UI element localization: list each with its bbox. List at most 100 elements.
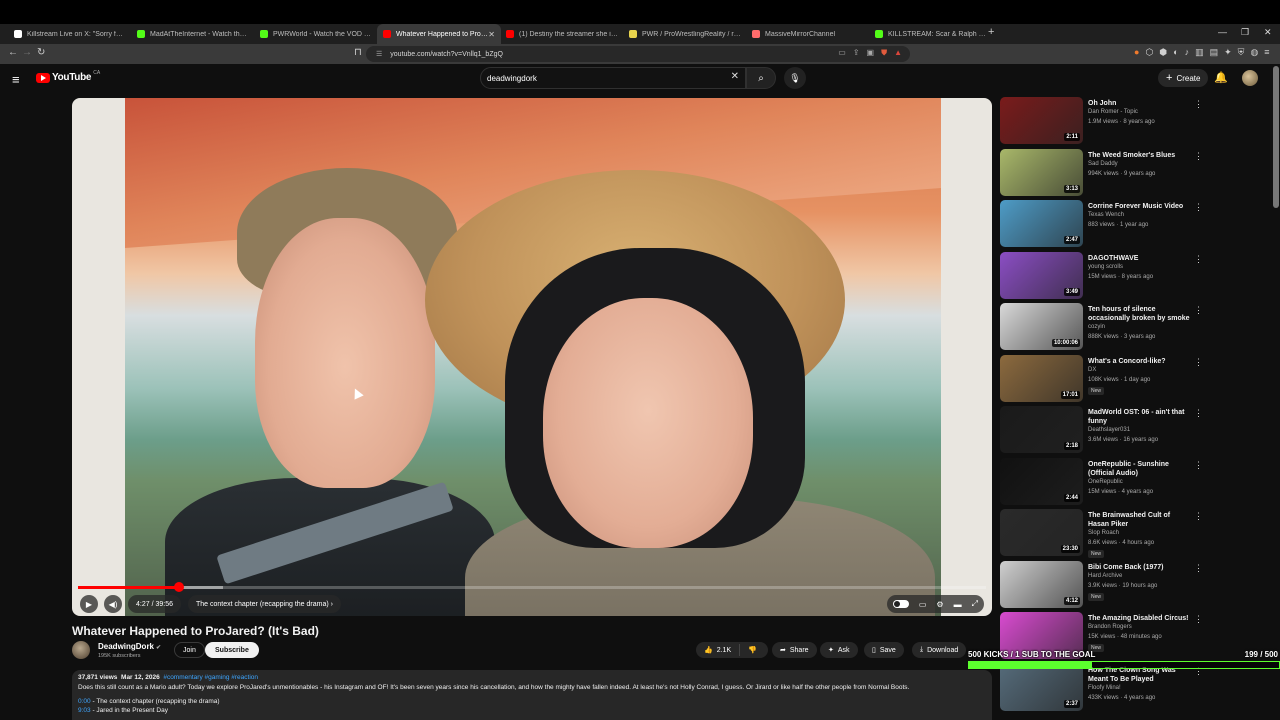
browser-tab[interactable]: Killstream Live on X: "Sorry for what I (8, 24, 132, 44)
channel-name[interactable]: DeadwingDork ✔ (98, 642, 161, 651)
video-thumbnail[interactable]: 23:30 (1000, 509, 1083, 556)
autoplay-toggle[interactable] (892, 600, 909, 608)
recommended-channel[interactable]: Dan Romer - Topic (1088, 109, 1138, 115)
settings-gear-icon[interactable]: ⚙ (936, 600, 943, 609)
scrubber-handle[interactable] (173, 582, 184, 592)
ask-button[interactable]: ✦ Ask (820, 642, 858, 658)
profile-icon[interactable]: ◍ (1250, 47, 1258, 58)
recommended-video[interactable]: 3:49 DAGOTHWAVE young scrolls 15M views · 8… (1000, 251, 1270, 300)
browser-tab[interactable]: MassiveMirrorChannel (746, 24, 870, 44)
recommended-channel[interactable]: OneRepublic (1088, 479, 1123, 485)
dislike-button[interactable]: 👎 (740, 646, 765, 654)
extension-icon[interactable]: ⬡ (1145, 47, 1153, 58)
description-box[interactable]: 37,871 views Mar 12, 2026 #commentary #g… (72, 670, 992, 720)
recommended-title[interactable]: Corrine Forever Music Video (1088, 202, 1192, 211)
recommended-title[interactable]: The Weed Smoker's Blues (1088, 151, 1192, 160)
recommended-video[interactable]: 2:18 MadWorld OST: 06 - ain't that funny D… (1000, 406, 1270, 454)
recommended-video[interactable]: 23:30 The Brainwashed Cult of Hasan Piker… (1000, 509, 1270, 558)
join-button[interactable]: Join (174, 642, 205, 658)
sidebar-icon[interactable]: ▥ (1195, 47, 1204, 58)
search-button[interactable]: ⌕ (746, 67, 776, 89)
more-actions-icon[interactable]: ⋮ (1194, 151, 1203, 162)
brave-shield-icon[interactable]: ⛊ (881, 48, 887, 58)
video-player[interactable]: ▶ ◀) 4:27 / 39:56 The context chapter (r… (72, 98, 992, 616)
theater-mode-icon[interactable]: ▬ (954, 600, 962, 609)
recommended-title[interactable]: Ten hours of silence occasionally broken… (1088, 305, 1192, 323)
more-actions-icon[interactable]: ⋮ (1194, 563, 1203, 574)
recommended-video[interactable]: 17:01 What's a Concord-like? DX 108K views … (1000, 354, 1270, 403)
reload-icon[interactable]: ↻ (37, 47, 45, 58)
captions-icon[interactable]: ▭ (919, 600, 927, 609)
tracker-icon[interactable]: ▣ (867, 48, 875, 58)
recommended-channel[interactable]: Brandon Rogers (1088, 624, 1132, 630)
extension-icon[interactable]: ● (1134, 47, 1139, 58)
guide-menu-icon[interactable]: ≡ (12, 72, 20, 87)
browser-tab[interactable]: KILLSTREAM: Scar & Ralph Friday Fire (869, 24, 993, 44)
back-icon[interactable]: ← (8, 47, 18, 58)
more-actions-icon[interactable]: ⋮ (1194, 99, 1203, 110)
video-thumbnail[interactable]: 17:01 (1000, 354, 1083, 402)
more-actions-icon[interactable]: ⋮ (1194, 614, 1203, 625)
fullscreen-icon[interactable]: ⤢ (972, 599, 978, 609)
extensions-icon[interactable]: ✦ (1224, 47, 1232, 58)
more-actions-icon[interactable]: ⋮ (1194, 305, 1203, 316)
recommended-title[interactable]: DAGOTHWAVE (1088, 254, 1192, 263)
wallet-icon[interactable]: ▤ (1210, 47, 1219, 58)
recommended-title[interactable]: Bibi Come Back (1977) (1088, 563, 1192, 572)
vpn-icon[interactable]: ⛨ (1238, 47, 1245, 58)
recommended-title[interactable]: MadWorld OST: 06 - ain't that funny (1088, 408, 1192, 426)
more-actions-icon[interactable]: ⋮ (1194, 408, 1203, 419)
create-button[interactable]: + Create (1158, 69, 1209, 87)
youtube-logo[interactable]: YouTube CA (36, 70, 100, 83)
recommended-title[interactable]: OneRepublic - Sunshine (Official Audio) (1088, 460, 1192, 478)
extension-icon[interactable]: ◐ (1173, 47, 1178, 58)
video-thumbnail[interactable]: 3:13 (1000, 148, 1083, 196)
video-thumbnail[interactable]: 10:00:06 (1000, 303, 1083, 350)
chapter-button[interactable]: The context chapter (recapping the drama… (188, 595, 341, 613)
maximize-icon[interactable]: ❐ (1241, 27, 1249, 38)
address-bar[interactable]: ☰ youtube.com/watch?v=Vnllq1_bZgQ ▭ ⇪ ▣ … (366, 46, 910, 62)
recommended-channel[interactable]: Hard Archive (1088, 573, 1122, 579)
forward-icon[interactable]: → (22, 47, 32, 58)
recommended-channel[interactable]: Texas Wench (1088, 212, 1124, 218)
clear-search-icon[interactable]: ✕ (731, 71, 739, 82)
chapter-timestamp[interactable]: 0:00 (78, 698, 91, 705)
close-tab-icon[interactable]: ✕ (488, 30, 495, 39)
share-button[interactable]: ➦ Share (772, 642, 817, 658)
recommended-channel[interactable]: Sad Daddy (1088, 161, 1118, 167)
play-button[interactable]: ▶ (80, 595, 98, 613)
cast-icon[interactable]: ▭ (838, 48, 846, 58)
mute-button[interactable]: ◀) (104, 595, 122, 613)
share-page-icon[interactable]: ⇪ (853, 48, 860, 58)
recommended-video[interactable]: 2:11 Oh John Dan Romer - Topic 1.9M views ·… (1000, 97, 1270, 145)
video-thumbnail[interactable]: 3:49 (1000, 251, 1083, 299)
download-button[interactable]: ⤓ Download (912, 642, 967, 658)
more-actions-icon[interactable]: ⋮ (1194, 357, 1203, 368)
video-thumbnail[interactable]: 4:12 (1000, 560, 1083, 608)
more-actions-icon[interactable]: ⋮ (1194, 254, 1203, 265)
recommended-video[interactable]: 2:47 Corrine Forever Music Video Texas Wen… (1000, 200, 1270, 248)
recommended-title[interactable]: Oh John (1088, 99, 1192, 108)
channel-avatar[interactable] (72, 641, 90, 659)
rewards-icon[interactable]: ▲ (894, 48, 902, 58)
recommended-video[interactable]: 2:44 OneRepublic - Sunshine (Official Aud… (1000, 457, 1270, 506)
minimize-icon[interactable]: — (1218, 27, 1227, 37)
browser-tab[interactable]: PWRWorld - Watch the VOD on Kick (254, 24, 378, 44)
browser-tab[interactable]: PWR / ProWrestlingReality / realpwr (623, 24, 747, 44)
hashtags[interactable]: #commentary #gaming #reaction (163, 674, 258, 681)
more-actions-icon[interactable]: ⋮ (1194, 511, 1203, 522)
search-input[interactable]: deadwingdork ✕ (480, 67, 746, 89)
recommended-title[interactable]: The Brainwashed Cult of Hasan Piker (1088, 511, 1192, 529)
recommended-channel[interactable]: Floofy Mina! (1088, 685, 1121, 691)
more-actions-icon[interactable]: ⋮ (1194, 460, 1203, 471)
save-button[interactable]: ▯ Save (864, 642, 904, 658)
progress-bar[interactable] (78, 582, 986, 592)
recommended-channel[interactable]: Slop Roach (1088, 530, 1119, 536)
site-info-icon[interactable]: ☰ (376, 50, 382, 58)
recommended-title[interactable]: What's a Concord-like? (1088, 357, 1192, 366)
like-button[interactable]: 👍 2.1K (696, 644, 741, 656)
recommended-channel[interactable]: DX (1088, 367, 1096, 373)
extension-icon[interactable]: ⬢ (1159, 47, 1167, 58)
recommended-channel[interactable]: young scrolls (1088, 264, 1123, 270)
recommended-channel[interactable]: cozyin (1088, 324, 1105, 330)
